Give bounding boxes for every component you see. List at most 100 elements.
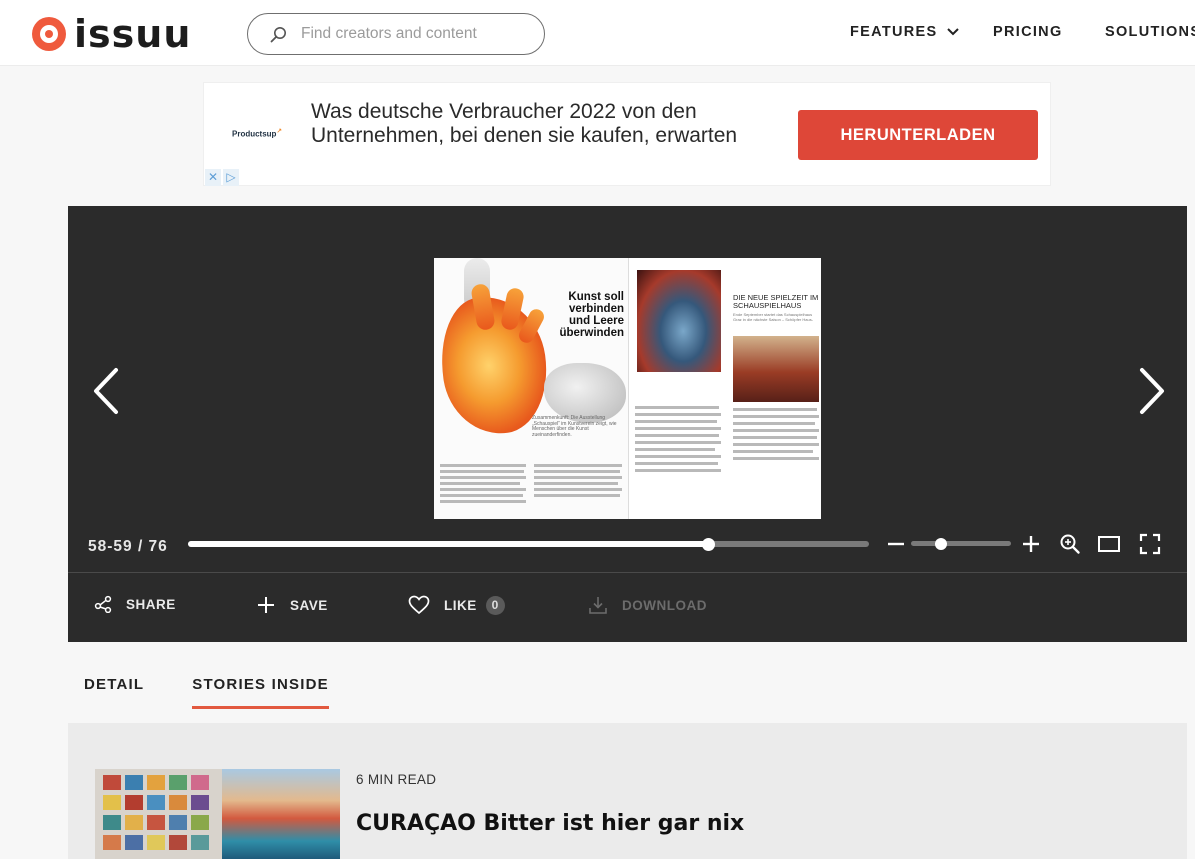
fullscreen-icon[interactable] xyxy=(1139,533,1161,555)
ad-banner[interactable]: Productsup↗ Was deutsche Verbraucher 202… xyxy=(203,82,1051,186)
text-line xyxy=(534,482,618,485)
thumbnail-tile xyxy=(125,795,143,810)
story-card[interactable]: 6 MIN READ CURAÇAO Bitter ist hier gar n… xyxy=(68,723,1187,859)
page-progress-slider[interactable] xyxy=(188,537,869,551)
text-line xyxy=(733,443,819,446)
text-line xyxy=(635,469,721,472)
zoom-slider[interactable] xyxy=(911,537,1011,550)
progress-handle[interactable] xyxy=(702,537,716,551)
text-line xyxy=(733,415,819,418)
download-button[interactable]: DOWNLOAD xyxy=(588,595,707,615)
thumbnail-tile xyxy=(191,815,209,830)
text-line xyxy=(440,494,523,497)
text-line xyxy=(534,464,622,467)
document-viewer: Kunst soll verbinden und Leere überwinde… xyxy=(68,206,1187,642)
ad-info-icon[interactable]: ▷ xyxy=(223,169,239,186)
article-subline-right: Ende September startet das Schauspielhau… xyxy=(733,312,814,322)
stage-photo xyxy=(637,270,721,372)
search-icon xyxy=(270,26,286,42)
nav-solutions[interactable]: SOLUTIONS xyxy=(1105,24,1195,40)
text-line xyxy=(635,448,715,451)
nav-pricing[interactable]: PRICING xyxy=(993,24,1063,40)
content-tabs: DETAIL STORIES INSIDE xyxy=(84,676,377,709)
text-line xyxy=(440,476,526,479)
nav-features[interactable]: FEATURES xyxy=(850,24,960,40)
story-read-time: 6 MIN READ xyxy=(356,772,437,787)
share-button[interactable]: SHARE xyxy=(94,595,176,613)
tab-detail[interactable]: DETAIL xyxy=(84,676,144,706)
like-button[interactable]: LIKE 0 xyxy=(408,595,505,615)
thumbnail-tile xyxy=(147,795,165,810)
text-line xyxy=(635,434,719,437)
text-line xyxy=(635,427,721,430)
thumbnail-tile xyxy=(191,835,209,850)
thumbnail-tile xyxy=(103,795,121,810)
ad-brand-logo: Productsup↗ xyxy=(232,128,283,139)
page-indicator: 58-59 / 76 xyxy=(88,538,168,555)
story-thumbnail[interactable] xyxy=(95,769,340,859)
text-line xyxy=(733,408,817,411)
text-line xyxy=(733,429,819,432)
text-line xyxy=(635,441,721,444)
chevron-down-icon xyxy=(947,28,960,36)
text-line xyxy=(534,470,620,473)
like-label: LIKE xyxy=(444,597,477,613)
text-line xyxy=(440,482,520,485)
text-line xyxy=(534,494,620,497)
download-label: DOWNLOAD xyxy=(622,597,707,613)
next-page-arrow-icon[interactable] xyxy=(1134,366,1168,416)
thumbnail-tile xyxy=(147,835,165,850)
text-line xyxy=(534,488,622,491)
text-line xyxy=(635,462,718,465)
thumbnail-tile xyxy=(169,795,187,810)
search-box[interactable] xyxy=(247,13,545,55)
article-blurb-left: Zusammenkunft: Die Ausstellung „Schauspi… xyxy=(532,415,617,438)
nav-features-label: FEATURES xyxy=(850,24,938,40)
text-line xyxy=(635,406,719,409)
magazine-spread[interactable]: Kunst soll verbinden und Leere überwinde… xyxy=(434,258,821,519)
logo-text: issuu xyxy=(74,12,192,56)
thumbnail-tile xyxy=(103,815,121,830)
theatre-hall-photo xyxy=(733,336,819,402)
ad-download-button[interactable]: HERUNTERLADEN xyxy=(798,110,1038,160)
tab-stories-inside[interactable]: STORIES INSIDE xyxy=(192,676,329,709)
download-icon xyxy=(589,597,607,614)
ad-choices[interactable]: ✕ ▷ xyxy=(205,169,242,186)
issuu-logo[interactable]: issuu xyxy=(32,14,191,54)
ad-close-icon[interactable]: ✕ xyxy=(205,169,221,186)
text-line xyxy=(733,450,813,453)
ad-brand-text: Productsup xyxy=(232,129,277,139)
share-label: SHARE xyxy=(126,596,176,612)
story-title[interactable]: CURAÇAO Bitter ist hier gar nix xyxy=(356,811,744,836)
single-page-view-icon[interactable] xyxy=(1097,534,1121,554)
thumbnail-tile xyxy=(191,775,209,790)
page-right: DIE NEUE SPIELZEIT IM SCHAUSPIELHAUS End… xyxy=(628,258,821,519)
thumbnail-tile xyxy=(147,775,165,790)
share-icon xyxy=(94,595,112,613)
issuu-logo-icon xyxy=(32,17,66,51)
thumbnail-tile xyxy=(125,835,143,850)
top-header: issuu FEATURES PRICING SOLUTIONS xyxy=(0,0,1195,66)
plus-icon xyxy=(258,597,274,613)
text-line xyxy=(733,457,819,460)
zoom-in-icon[interactable] xyxy=(1021,534,1041,554)
text-line xyxy=(440,464,526,467)
magnifier-zoom-icon[interactable] xyxy=(1059,533,1081,555)
text-line xyxy=(733,436,817,439)
previous-page-arrow-icon[interactable] xyxy=(90,366,124,416)
thumbnail-tile xyxy=(103,775,121,790)
text-line xyxy=(534,476,622,479)
thumbnail-tile xyxy=(169,815,187,830)
thumbnail-tile xyxy=(191,795,209,810)
zoom-handle[interactable] xyxy=(935,537,947,550)
document-actions: SHARE SAVE LIKE 0 DOWNLOAD xyxy=(68,573,1187,642)
text-line xyxy=(440,470,524,473)
thumbnail-tile xyxy=(125,775,143,790)
save-button[interactable]: SAVE xyxy=(256,595,328,615)
zoom-out-icon[interactable] xyxy=(886,534,906,554)
article-headline-right: DIE NEUE SPIELZEIT IM SCHAUSPIELHAUS xyxy=(733,293,819,310)
text-line xyxy=(440,488,526,491)
thumbnail-tile xyxy=(103,835,121,850)
progress-fill xyxy=(188,541,709,547)
search-input[interactable] xyxy=(301,25,521,43)
